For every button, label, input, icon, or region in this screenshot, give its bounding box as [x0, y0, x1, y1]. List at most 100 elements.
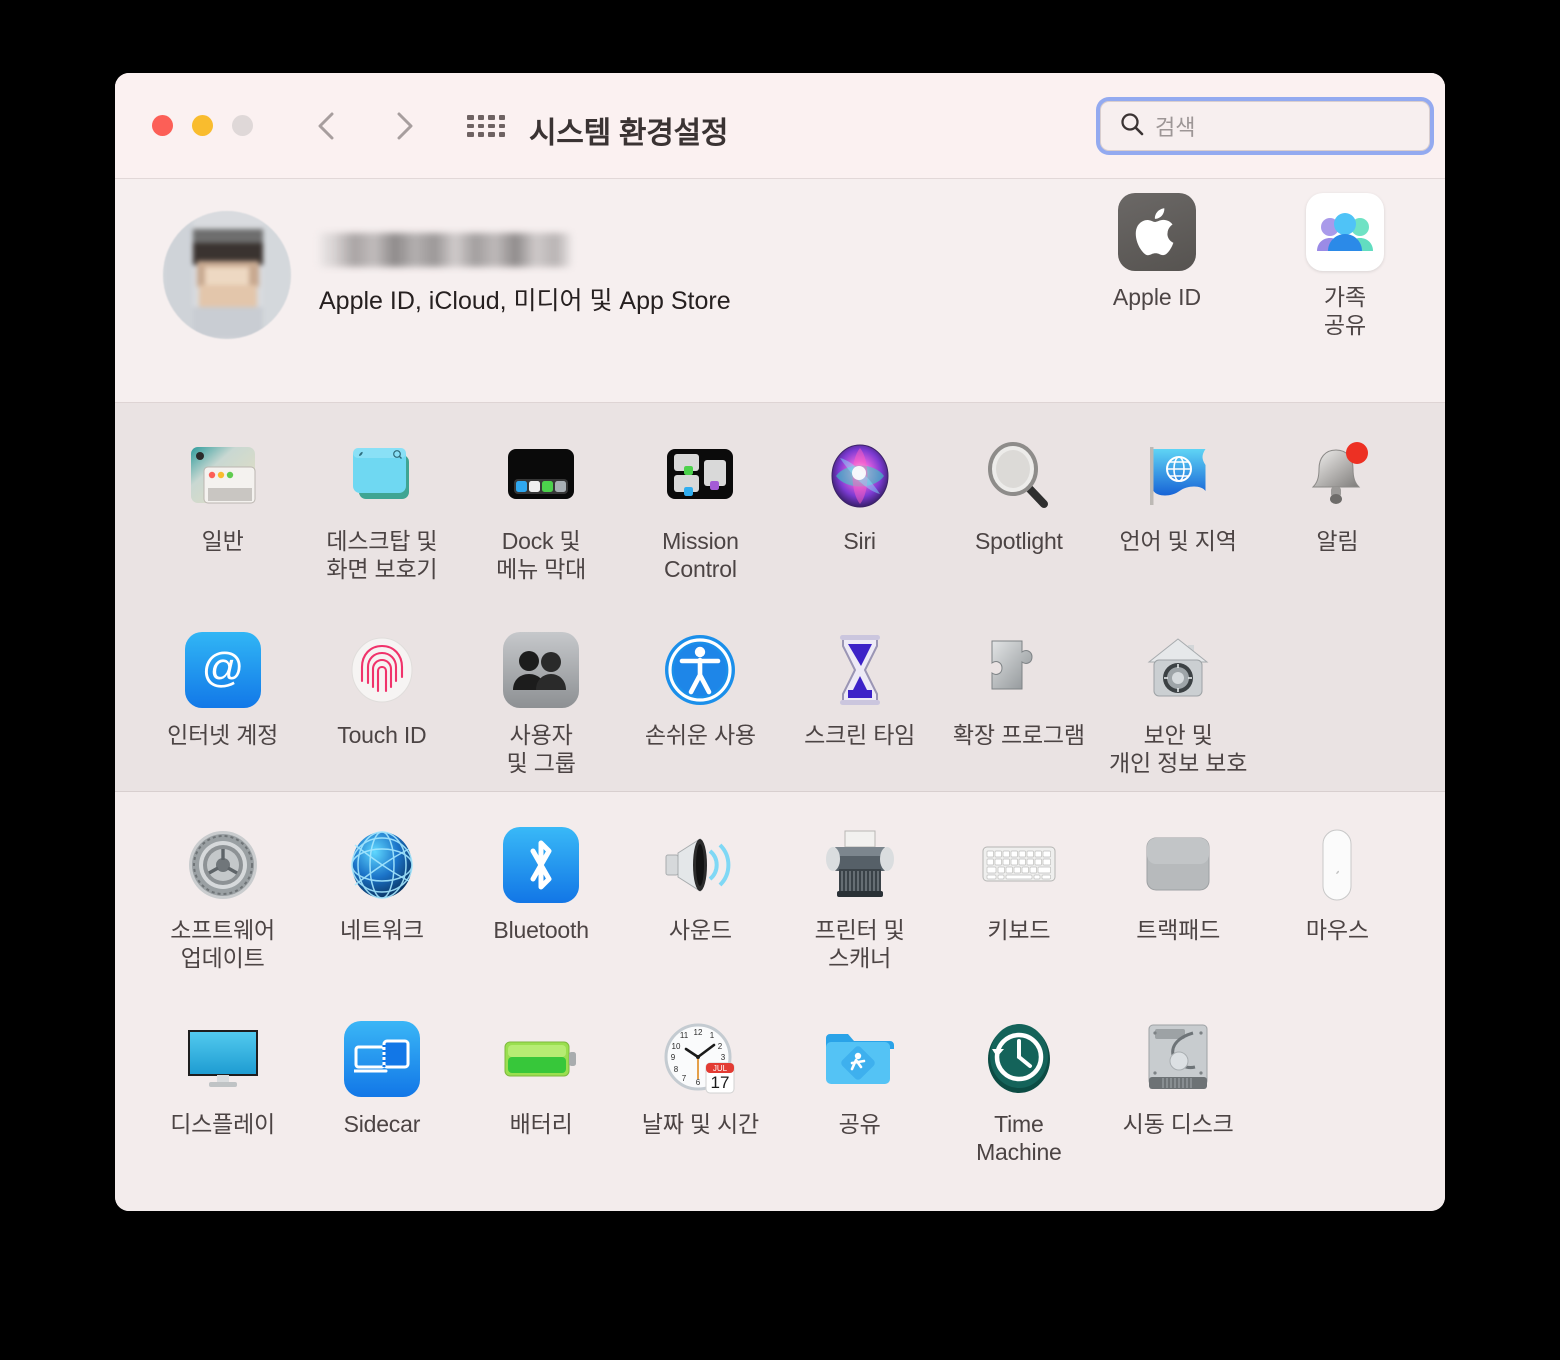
pref-display[interactable]: 디스플레이 — [143, 1008, 302, 1196]
pref-label: 스크린 타임 — [804, 722, 916, 748]
pref-desktop-screensaver[interactable]: 데스크탑 및 화면 보호기 — [302, 425, 461, 613]
pref-dock-menubar[interactable]: Dock 및 메뉴 막대 — [462, 425, 621, 613]
system-preferences-window: 시스템 환경설정 검색 Apple ID, iCloud, 미디어 및 App … — [115, 73, 1445, 1211]
pref-language-region[interactable]: 언어 및 지역 — [1099, 425, 1258, 613]
pref-users-groups[interactable]: 사용자 및 그룹 — [462, 619, 621, 807]
pref-label: Siri — [843, 528, 876, 554]
pref-mission-control[interactable]: Mission Control — [621, 425, 780, 613]
security-privacy-house-icon — [1139, 631, 1217, 709]
general-window-icon — [184, 437, 262, 515]
desktop-screensaver-icon — [343, 437, 421, 515]
pref-accessibility[interactable]: 손쉬운 사용 — [621, 619, 780, 807]
pref-empty-slot — [1258, 619, 1417, 807]
startup-disk-icon — [1139, 1020, 1217, 1098]
pref-sharing[interactable]: 공유 — [780, 1008, 939, 1196]
minimize-button[interactable] — [192, 115, 213, 136]
window-titlebar: 시스템 환경설정 검색 — [115, 73, 1445, 179]
pref-startup-disk[interactable]: 시동 디스크 — [1099, 1008, 1258, 1196]
pref-label: 사운드 — [668, 917, 732, 943]
pref-label: 트랙패드 — [1136, 917, 1221, 943]
network-globe-icon — [343, 826, 421, 904]
show-all-grid-icon[interactable] — [467, 115, 505, 137]
pref-mouse[interactable]: 마우스 — [1258, 814, 1417, 1002]
pref-label: 키보드 — [987, 917, 1051, 943]
mission-control-icon — [661, 437, 739, 515]
pref-screen-time[interactable]: 스크린 타임 — [780, 619, 939, 807]
back-chevron-icon[interactable] — [310, 109, 344, 143]
printer-scanner-icon — [821, 826, 899, 904]
pref-label: Apple ID — [1112, 284, 1202, 310]
preferences-section-personal: 일반 데스크탑 및 화면 보호기 Dock 및 메뉴 막대 Mission Co… — [115, 403, 1445, 1035]
internet-accounts-at-icon: @ — [184, 631, 262, 709]
forward-chevron-icon[interactable] — [387, 109, 421, 143]
date-time-clock-icon: 1212 345 678 91011 JUL 17 — [661, 1020, 739, 1098]
pref-label: 소프트웨어 업데이트 — [170, 917, 276, 972]
pref-sidecar[interactable]: Sidecar — [302, 1008, 461, 1196]
accessibility-icon — [661, 631, 739, 709]
svg-text:@: @ — [201, 644, 244, 691]
svg-text:12: 12 — [694, 1028, 703, 1037]
pref-printers-scanners[interactable]: 프린터 및 스캐너 — [780, 814, 939, 1002]
search-icon — [1119, 111, 1145, 142]
pref-bluetooth[interactable]: Bluetooth — [462, 814, 621, 1002]
apple-logo-icon — [1118, 193, 1196, 271]
pref-internet-accounts[interactable]: @ 인터넷 계정 — [143, 619, 302, 807]
search-field[interactable]: 검색 — [1100, 101, 1430, 151]
pref-label: 마우스 — [1305, 917, 1369, 943]
display-monitor-icon — [184, 1020, 262, 1098]
family-sharing-icon — [1306, 193, 1384, 271]
pref-notifications[interactable]: 알림 — [1258, 425, 1417, 613]
pref-label: 일반 — [201, 528, 244, 554]
pref-general[interactable]: 일반 — [143, 425, 302, 613]
pref-time-machine[interactable]: Time Machine — [939, 1008, 1098, 1196]
pref-trackpad[interactable]: 트랙패드 — [1099, 814, 1258, 1002]
pref-security-privacy[interactable]: 보안 및 개인 정보 보호 — [1099, 619, 1258, 807]
users-groups-icon — [502, 631, 580, 709]
pref-label: Touch ID — [337, 722, 427, 748]
svg-text:17: 17 — [711, 1073, 730, 1092]
touch-id-fingerprint-icon — [343, 631, 421, 709]
pref-keyboard[interactable]: 키보드 — [939, 814, 1098, 1002]
svg-text:9: 9 — [671, 1053, 676, 1062]
mouse-icon — [1298, 826, 1376, 904]
pref-label: 확장 프로그램 — [952, 722, 1085, 748]
pref-software-update[interactable]: 소프트웨어 업데이트 — [143, 814, 302, 1002]
trackpad-icon — [1139, 826, 1217, 904]
pref-label: Bluetooth — [493, 917, 589, 943]
pref-apple-id[interactable]: Apple ID — [1097, 193, 1217, 339]
pref-battery[interactable]: 배터리 — [462, 1008, 621, 1196]
pref-family-sharing[interactable]: 가족 공유 — [1285, 193, 1405, 339]
account-row[interactable]: Apple ID, iCloud, 미디어 및 App Store — [163, 211, 731, 339]
spotlight-icon — [980, 437, 1058, 515]
pref-label: 알림 — [1316, 528, 1359, 554]
sidecar-icon — [343, 1020, 421, 1098]
pref-date-time[interactable]: 1212 345 678 91011 JUL 17 — [621, 1008, 780, 1196]
pref-label: 날짜 및 시간 — [641, 1111, 759, 1137]
software-update-gear-icon — [184, 826, 262, 904]
screen-time-hourglass-icon — [821, 631, 899, 709]
account-name-redacted — [319, 233, 571, 267]
sharing-folder-icon — [821, 1020, 899, 1098]
pref-label: 공유 — [838, 1111, 881, 1137]
battery-icon — [502, 1020, 580, 1098]
pref-network[interactable]: 네트워크 — [302, 814, 461, 1002]
pref-touch-id[interactable]: Touch ID — [302, 619, 461, 807]
pref-label: Mission Control — [662, 528, 739, 583]
zoom-button[interactable] — [232, 115, 253, 136]
account-subtitle: Apple ID, iCloud, 미디어 및 App Store — [319, 287, 731, 315]
search-placeholder: 검색 — [1155, 115, 1196, 140]
pref-label: 사용자 및 그룹 — [506, 722, 576, 777]
svg-text:3: 3 — [721, 1053, 726, 1062]
pref-label: 인터넷 계정 — [167, 722, 279, 748]
siri-icon — [821, 437, 899, 515]
close-button[interactable] — [152, 115, 173, 136]
avatar — [163, 211, 291, 339]
extensions-puzzle-icon — [980, 631, 1058, 709]
pref-sound[interactable]: 사운드 — [621, 814, 780, 1002]
time-machine-icon — [980, 1020, 1058, 1098]
pref-extensions[interactable]: 확장 프로그램 — [939, 619, 1098, 807]
pref-label: 배터리 — [509, 1111, 573, 1137]
pref-siri[interactable]: Siri — [780, 425, 939, 613]
pref-spotlight[interactable]: Spotlight — [939, 425, 1098, 613]
svg-text:7: 7 — [682, 1074, 687, 1083]
